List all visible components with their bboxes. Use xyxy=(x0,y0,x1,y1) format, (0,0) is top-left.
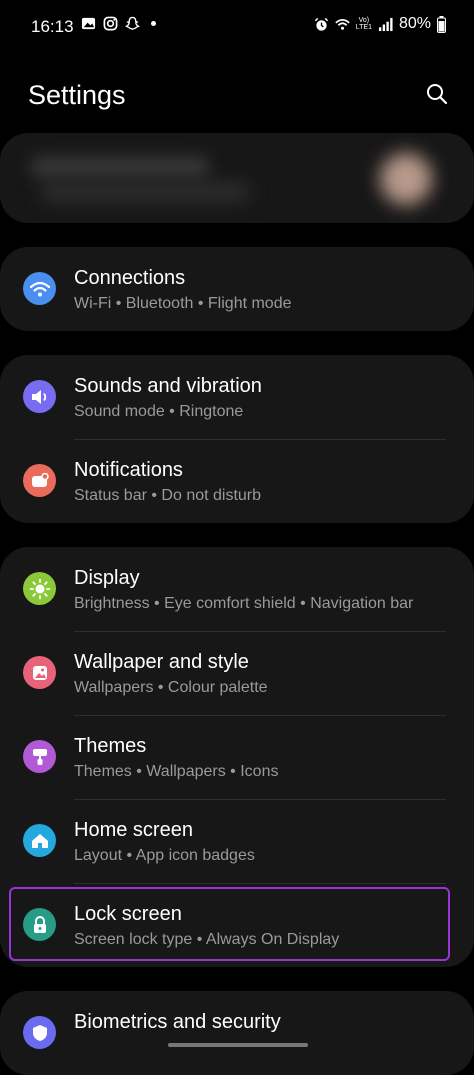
item-label: Display xyxy=(74,567,140,589)
account-subtitle-blurred xyxy=(40,183,250,201)
item-label: Notifications xyxy=(74,459,183,481)
settings-item-home-screen[interactable]: Home screen Layout • App icon badges xyxy=(0,799,474,883)
battery-percent: 80% xyxy=(398,15,431,32)
settings-item-themes[interactable]: Themes Themes • Wallpapers • Icons xyxy=(0,715,474,799)
settings-item-sounds[interactable]: Sounds and vibration Sound mode • Ringto… xyxy=(0,355,474,439)
item-label: Wallpaper and style xyxy=(74,651,249,673)
settings-group-connections: Connections Wi-Fi • Bluetooth • Flight m… xyxy=(0,247,474,331)
gallery-icon xyxy=(81,17,96,30)
settings-item-wallpaper[interactable]: Wallpaper and style Wallpapers • Colour … xyxy=(0,631,474,715)
status-time: 16:13 xyxy=(31,17,74,36)
item-subtitle: Themes • Wallpapers • Icons xyxy=(74,763,279,780)
home-icon xyxy=(23,824,56,857)
item-label: Themes xyxy=(74,735,147,757)
settings-item-notifications[interactable]: Notifications Status bar • Do not distur… xyxy=(0,439,474,523)
item-label: Biometrics and security xyxy=(74,1011,281,1033)
sun-icon xyxy=(23,572,56,605)
account-name-blurred xyxy=(30,157,210,177)
gesture-handle[interactable] xyxy=(168,1043,308,1047)
item-subtitle: Layout • App icon badges xyxy=(74,847,255,864)
speaker-icon xyxy=(23,380,56,413)
shield-icon xyxy=(23,1016,56,1049)
brush-icon xyxy=(23,740,56,773)
item-subtitle: Wi-Fi • Bluetooth • Flight mode xyxy=(74,295,292,312)
page-title: Settings xyxy=(28,80,126,110)
item-label: Sounds and vibration xyxy=(74,375,262,397)
avatar xyxy=(380,153,432,205)
alarm-icon xyxy=(314,17,328,31)
signal-icon xyxy=(378,17,393,31)
instagram-icon xyxy=(103,16,118,31)
battery-icon xyxy=(437,15,446,33)
settings-item-display[interactable]: Display Brightness • Eye comfort shield … xyxy=(0,547,474,631)
item-label: Home screen xyxy=(74,819,193,841)
settings-item-biometrics[interactable]: Biometrics and security xyxy=(0,991,474,1075)
account-card[interactable] xyxy=(0,133,474,223)
item-subtitle: Sound mode • Ringtone xyxy=(74,403,244,420)
wifi-status-icon xyxy=(335,18,350,30)
status-bar: 16:13 Vo) LTE1 80% xyxy=(0,0,474,56)
item-label: Connections xyxy=(74,267,186,289)
selection-highlight xyxy=(9,887,450,961)
item-subtitle: Status bar • Do not disturb xyxy=(74,487,262,504)
search-icon[interactable] xyxy=(425,82,449,106)
settings-item-connections[interactable]: Connections Wi-Fi • Bluetooth • Flight m… xyxy=(0,247,474,331)
wifi-icon xyxy=(23,272,56,305)
settings-group-sounds: Sounds and vibration Sound mode • Ringto… xyxy=(0,355,474,523)
volte-indicator: Vo) LTE1 xyxy=(355,17,372,31)
more-notifications-dot xyxy=(151,21,156,26)
settings-group-security: Biometrics and security xyxy=(0,991,474,1075)
item-subtitle: Wallpapers • Colour palette xyxy=(74,679,268,696)
image-icon xyxy=(23,656,56,689)
notification-icon xyxy=(23,464,56,497)
item-subtitle: Brightness • Eye comfort shield • Naviga… xyxy=(74,595,414,612)
snapchat-icon xyxy=(125,16,140,30)
